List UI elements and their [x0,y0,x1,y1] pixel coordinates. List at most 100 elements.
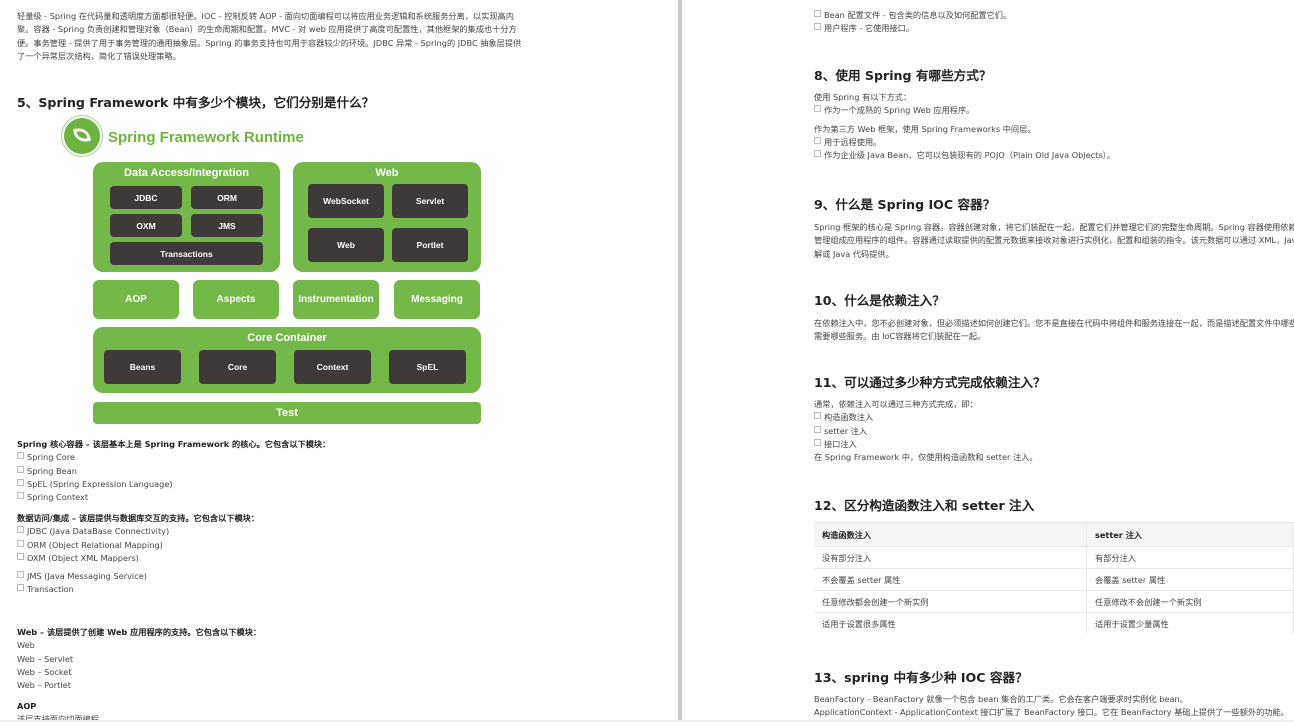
list-item: JMS (Java Messaging Service) [17,570,259,583]
q9-body: Spring 框架的核心是 Spring 容器。容器创建对象，将它们装配在一起，… [814,221,1294,261]
checkbox-icon [17,552,24,560]
list-item: Spring Core [17,451,330,464]
list-item: Spring Context [17,491,330,504]
q8-line: 作为第三方 Web 框架，使用 Spring Frameworks 中间层。 [814,123,1036,134]
aop-section: AOP 该层支持面向切面编程 [17,700,99,722]
module-orm: ORM [191,186,263,209]
list-item: 构造函数注入 [814,411,1038,424]
data-section-title: 数据访问/集成 – 该层提供与数据库交互的支持。它包含以下模块： [17,513,260,523]
module-transactions: Transactions [110,242,263,265]
table-row: 没有部分注入 有部分注入 [814,546,1294,569]
list-item: OXM (Object XML Mappers) [17,552,259,565]
intro-line: 聚。容器 - Spring 负责创建和管理对象（Bean）的生命周期和配置。MV… [17,24,517,35]
list-item: ORM (Object Relational Mapping) [17,539,259,552]
checkbox-icon [17,571,24,579]
core-section-title: Spring 核心容器 – 该层基本上是 Spring Framework 的核… [17,439,331,449]
table-cell: 会覆盖 setter 属性 [1086,568,1294,591]
q13-line: BeanFactory - BeanFactory 就像一个包含 bean 集合… [814,694,1188,704]
table-header-cell: setter 注入 [1086,522,1294,547]
list-item: JDBC (Java DataBase Connectivity) [17,525,259,538]
checkbox-icon [814,438,821,446]
q9-line: 解或 Java 代码提供。 [814,248,894,259]
table-row: 任意修改都会创建一个新实例 任意修改不会创建一个新实例 [814,590,1294,613]
list-item: 接口注入 [814,438,1038,451]
q11-heading: 11、可以通过多少种方式完成依赖注入？ [814,375,1046,390]
module-web: Web [308,228,384,262]
list-item: 用于远程使用。 [814,136,1115,149]
module-jms: JMS [191,214,263,237]
checkbox-icon [17,539,24,547]
q9-line: Spring 框架的核心是 Spring 容器。容器创建对象，将它们装配在一起，… [814,222,1294,232]
list-item: Bean 配置文件 - 包含类的信息以及如何配置它们。 [814,9,1011,22]
checkbox-icon [17,452,24,460]
core-container-title: Core Container [247,332,327,344]
q12-heading: 12、区分构造函数注入和 setter 注入 [814,498,1035,513]
checkbox-icon [17,465,24,473]
q11-body: 通常，依赖注入可以通过三种方式完成，即： 构造函数注入 setter 注入 接口… [814,398,1038,464]
table-cell: 不会覆盖 setter 属性 [814,568,1087,591]
injection-comparison-table: 构造函数注入 setter 注入 没有部分注入 有部分注入 不会覆盖 sette… [814,522,1294,634]
checkbox-icon [814,136,821,144]
list-item: 作为一个成熟的 Spring Web 应用程序。 [814,104,1115,117]
table-row: 适用于设置很多属性 适用于设置少量属性 [814,612,1294,634]
table-cell: 没有部分注入 [814,546,1087,569]
core-section: Spring 核心容器 – 该层基本上是 Spring Framework 的核… [17,438,330,504]
checkbox-icon [17,584,24,592]
table-cell: 任意修改都会创建一个新实例 [814,590,1087,613]
aop-section-title: AOP [17,701,37,711]
core-container-group: Core Container Beans Core Context SpEL [93,327,481,393]
spring-runtime-diagram: Spring Framework Runtime Data Access/Int… [64,118,484,428]
checkbox-icon [17,492,24,500]
table-row: 不会覆盖 setter 属性 会覆盖 setter 属性 [814,568,1294,591]
web-group: Web WebSocket Servlet Web Portlet [293,162,481,272]
list-item: Transaction [17,583,259,596]
module-test: Test [93,402,481,424]
q9-heading: 9、什么是 Spring IOC 容器？ [814,197,996,212]
module-websocket: WebSocket [308,184,384,218]
checkbox-icon [814,412,821,420]
top-items: Bean 配置文件 - 包含类的信息以及如何配置它们。 用户程序 - 它使用接口… [814,9,1011,36]
q10-heading: 10、什么是依赖注入？ [814,293,945,308]
list-item: Spring Bean [17,465,330,478]
q13-body: BeanFactory - BeanFactory 就像一个包含 bean 集合… [814,693,1289,720]
q13-line: ApplicationContext - ApplicationContext … [814,707,1289,718]
intro-paragraph: 轻量级 - Spring 在代码量和透明度方面都很轻便。IOC - 控制反转 A… [17,10,557,63]
q8-body: 使用 Spring 有以下方式： 作为一个成熟的 Spring Web 应用程序… [814,91,1115,162]
spring-leaf-logo-icon [64,118,100,154]
list-item: setter 注入 [814,425,1038,438]
list-item: Web – Socket [17,666,72,677]
q8-intro: 使用 Spring 有以下方式： [814,92,912,102]
q5-heading: 5、Spring Framework 中有多少个模块，它们分别是什么？ [17,95,375,110]
data-access-title: Data Access/Integration [124,167,249,179]
list-item: 用户程序 - 它使用接口。 [814,22,1011,35]
list-item: Web – Servlet [17,653,74,664]
q13-heading: 13、spring 中有多少种 IOC 容器？ [814,670,1028,685]
table-cell: 有部分注入 [1086,546,1294,569]
list-item: Web [17,640,35,651]
web-section-title: Web – 该层提供了创建 Web 应用程序的支持。它包含以下模块： [17,627,262,637]
web-group-title: Web [375,167,399,179]
intro-line: 了一个异常层次结构，简化了错误处理策略。 [17,50,181,61]
checkbox-icon [814,150,821,158]
table-cell: 适用于设置很多属性 [814,612,1087,634]
module-spel: SpEL [389,350,466,384]
module-aop: AOP [93,280,179,319]
web-section: Web – 该层提供了创建 Web 应用程序的支持。它包含以下模块： Web W… [17,626,261,692]
module-messaging: Messaging [394,280,480,319]
q9-line: 管理组成应用程序的组件。容器通过读取提供的配置元数据来接收对象进行实例化，配置和… [814,235,1294,246]
diagram-title: Spring Framework Runtime [108,129,304,146]
checkbox-icon [814,23,821,31]
list-item: SpEL (Spring Expression Language) [17,478,330,491]
checkbox-icon [814,105,821,113]
module-core: Core [199,350,276,384]
q11-intro: 通常，依赖注入可以通过三种方式完成，即： [814,399,978,409]
q8-heading: 8、使用 Spring 有哪些方式？ [814,68,992,83]
module-jdbc: JDBC [110,186,182,209]
intro-line: 便。事务管理 - 提供了用于事务管理的通用抽象层。Spring 的事务支持也可用… [17,37,522,48]
table-cell: 适用于设置少量属性 [1086,612,1294,634]
module-beans: Beans [104,350,181,384]
table-header-cell: 构造函数注入 [814,522,1087,547]
list-item: Web – Portlet [17,680,71,691]
data-section: 数据访问/集成 – 该层提供与数据库交互的支持。它包含以下模块： JDBC (J… [17,512,259,597]
q11-outro: 在 Spring Framework 中，仅使用构造函数和 setter 注入。 [814,452,1038,463]
